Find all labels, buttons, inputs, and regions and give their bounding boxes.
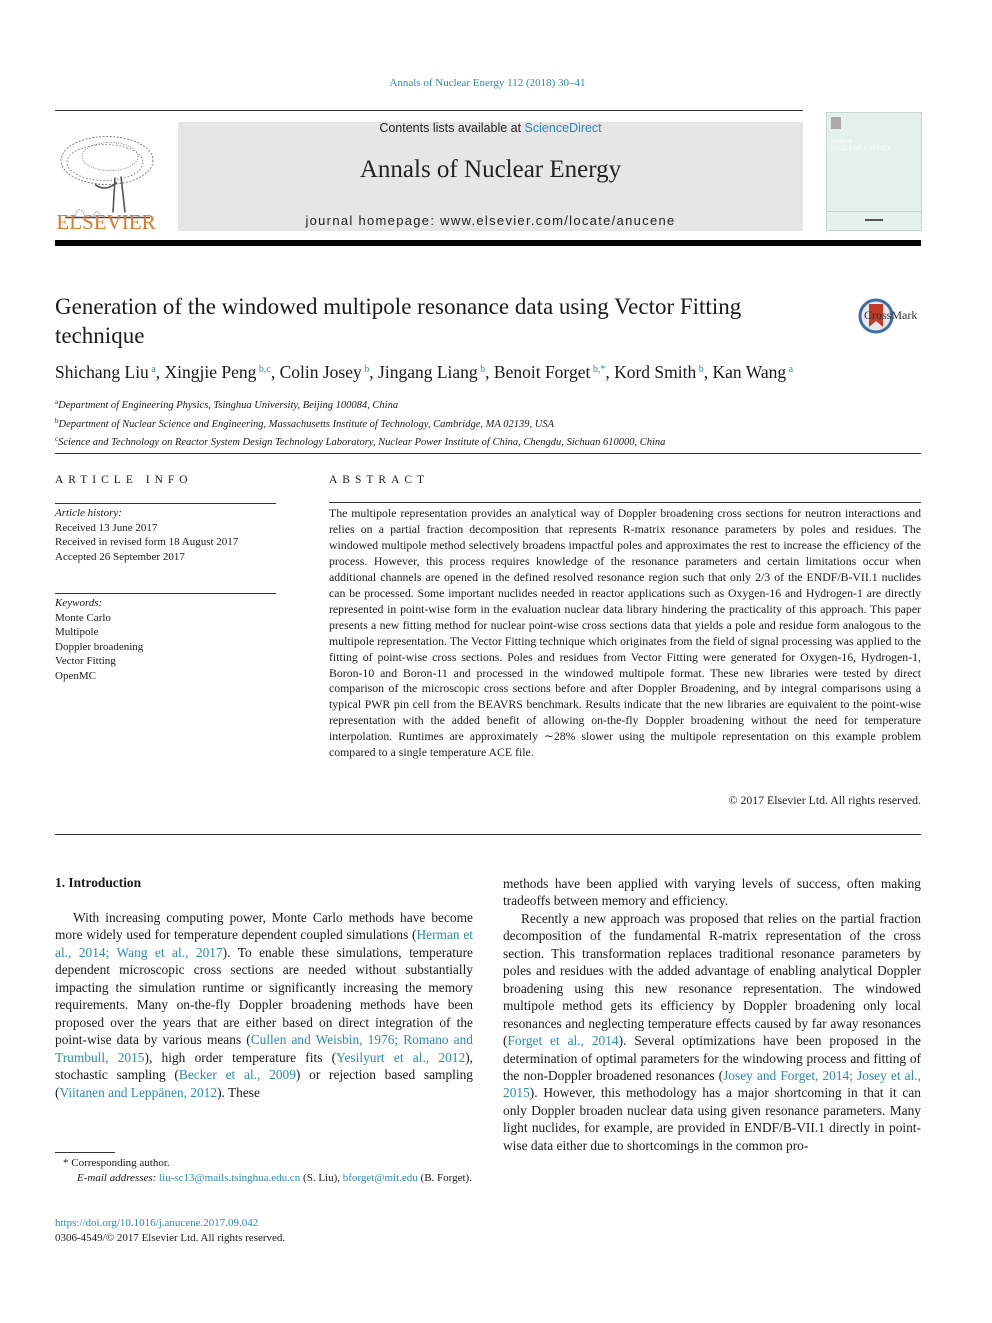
cover-footer-mark <box>865 219 883 221</box>
history-label: Article history: <box>55 507 122 519</box>
section-rule <box>55 453 921 454</box>
article-title: Generation of the windowed multipole res… <box>55 294 742 348</box>
history-item: Accepted 26 September 2017 <box>55 550 185 563</box>
keyword-item: Doppler broadening <box>55 640 144 653</box>
body-text: Recently a new approach was proposed tha… <box>503 910 921 1049</box>
cover-logo-icon <box>831 117 841 129</box>
abstract-heading: ABSTRACT <box>329 474 430 486</box>
doi-block: https://doi.org/10.1016/j.anucene.2017.0… <box>55 1216 473 1245</box>
citation-link[interactable]: Yesilyurt et al., 2012 <box>336 1050 465 1065</box>
history-item: Received in revised form 18 August 2017 <box>55 536 239 548</box>
email-owner-liu: (S. Liu), <box>300 1172 343 1184</box>
header-thick-rule <box>55 240 921 246</box>
body-column-right: methods have been applied with varying l… <box>503 875 921 1154</box>
cover-divider <box>827 211 921 212</box>
author-separator: , <box>485 362 494 382</box>
author-affiliation-marker[interactable]: a <box>786 364 793 375</box>
author-name[interactable]: Shichang Liu <box>55 362 149 382</box>
email-link-forget[interactable]: bforget@mit.edu <box>343 1172 418 1184</box>
author-separator: , <box>369 362 379 382</box>
email-link-liu[interactable]: liu-sc13@mails.tsinghua.edu.cn <box>159 1172 300 1184</box>
intro-paragraph-1: With increasing computing power, Monte C… <box>55 909 473 1101</box>
keyword-item: Monte Carlo <box>55 611 111 624</box>
corresponding-author-note: * Corresponding author. <box>63 1157 170 1169</box>
affiliation-item: bDepartment of Nuclear Science and Engin… <box>55 414 925 433</box>
intro-paragraph-1-continued: methods have been applied with varying l… <box>503 876 921 909</box>
author-affiliation-marker[interactable]: b <box>696 364 704 375</box>
article-info-rule <box>55 503 276 504</box>
contents-prefix: Contents lists available at <box>379 121 525 135</box>
cover-title-line2: NUCLEAR ENERGY <box>831 146 891 152</box>
keyword-item: Multipole <box>55 626 99 638</box>
affiliation-item: cScience and Technology on Reactor Syste… <box>55 432 925 451</box>
journal-title: Annals of Nuclear Energy <box>359 156 622 183</box>
author-name[interactable]: Kan Wang <box>713 362 787 382</box>
author-separator: , <box>703 362 713 382</box>
body-text: With increasing computing power, Monte C… <box>55 910 473 943</box>
article-info-heading: ARTICLE INFO <box>55 474 193 486</box>
email-label: E-mail addresses: <box>77 1172 157 1184</box>
keyword-item: OpenMC <box>55 669 96 682</box>
footnotes: * Corresponding author. E-mail addresses… <box>55 1156 473 1186</box>
contents-available-line: Contents lists available at ScienceDirec… <box>178 121 803 135</box>
footnote-rule <box>55 1152 115 1153</box>
abstract-text: The multipole representation provides an… <box>329 506 921 760</box>
elsevier-wordmark: ELSEVIER <box>56 210 156 234</box>
author-name[interactable]: Kord Smith <box>614 362 696 382</box>
crossmark-label[interactable]: CrossMark <box>864 308 917 323</box>
journal-cover-thumbnail[interactable]: annals of NUCLEAR ENERGY <box>826 112 922 231</box>
author-separator: , <box>270 362 280 382</box>
citation-link[interactable]: Becker et al., 2009 <box>179 1067 296 1082</box>
body-column-left: With increasing computing power, Monte C… <box>55 909 473 1101</box>
abstract-rule <box>329 502 921 503</box>
journal-reference-link[interactable]: Annals of Nuclear Energy 112 (2018) 30–4… <box>0 77 975 89</box>
author-separator: , <box>605 362 615 382</box>
keywords-label: Keywords: <box>55 597 103 609</box>
article-history: Article history: Received 13 June 2017 R… <box>55 506 285 564</box>
keywords-rule <box>55 593 276 594</box>
citation-link[interactable]: Viitanen and Leppänen, 2012 <box>59 1085 217 1100</box>
section-heading-introduction: 1. Introduction <box>55 875 142 890</box>
affiliation-text: Science and Technology on Reactor System… <box>58 437 666 448</box>
body-text: ), high order temperature fits ( <box>144 1049 337 1065</box>
affiliations: aDepartment of Engineering Physics, Tsin… <box>55 395 925 451</box>
history-item: Received 13 June 2017 <box>55 521 158 534</box>
affiliation-item: aDepartment of Engineering Physics, Tsin… <box>55 395 925 414</box>
keyword-item: Vector Fitting <box>55 655 116 667</box>
sciencedirect-link[interactable]: ScienceDirect <box>525 121 602 135</box>
abstract-copyright: © 2017 Elsevier Ltd. All rights reserved… <box>728 793 921 807</box>
keywords-block: Keywords: Monte Carlo Multipole Doppler … <box>55 596 285 683</box>
body-text: ). These <box>217 1084 260 1100</box>
affiliation-text: Department of Engineering Physics, Tsing… <box>58 400 399 411</box>
abstract-bottom-rule <box>55 834 921 835</box>
header-rule <box>55 110 803 111</box>
author-name[interactable]: Jingang Liang <box>378 362 478 382</box>
author-affiliation-marker[interactable]: b,* <box>590 364 606 375</box>
journal-homepage-link[interactable]: journal homepage: www.elsevier.com/locat… <box>178 213 803 228</box>
author-separator: , <box>155 362 165 382</box>
author-name[interactable]: Benoit Forget <box>494 362 590 382</box>
doi-link[interactable]: https://doi.org/10.1016/j.anucene.2017.0… <box>55 1217 258 1229</box>
author-list: Shichang Liu a, Xingjie Peng b,c, Colin … <box>55 362 925 383</box>
issn-line: 0306-4549/© 2017 Elsevier Ltd. All right… <box>55 1231 286 1244</box>
author-affiliation-marker[interactable]: b,c <box>256 364 271 375</box>
author-name[interactable]: Colin Josey <box>280 362 362 382</box>
email-owner-forget: (B. Forget). <box>417 1172 472 1184</box>
author-affiliation-marker[interactable]: a <box>149 364 155 375</box>
affiliation-text: Department of Nuclear Science and Engine… <box>58 418 554 430</box>
body-text: ). However, this methodology has a major… <box>503 1085 921 1153</box>
email-note: E-mail addresses: liu-sc13@mails.tsinghu… <box>55 1171 473 1186</box>
citation-link[interactable]: Forget et al., 2014 <box>507 1033 618 1048</box>
intro-paragraph-2: Recently a new approach was proposed tha… <box>503 910 921 1154</box>
cover-title-line1: annals of <box>831 139 852 145</box>
author-name[interactable]: Xingjie Peng <box>165 362 257 382</box>
